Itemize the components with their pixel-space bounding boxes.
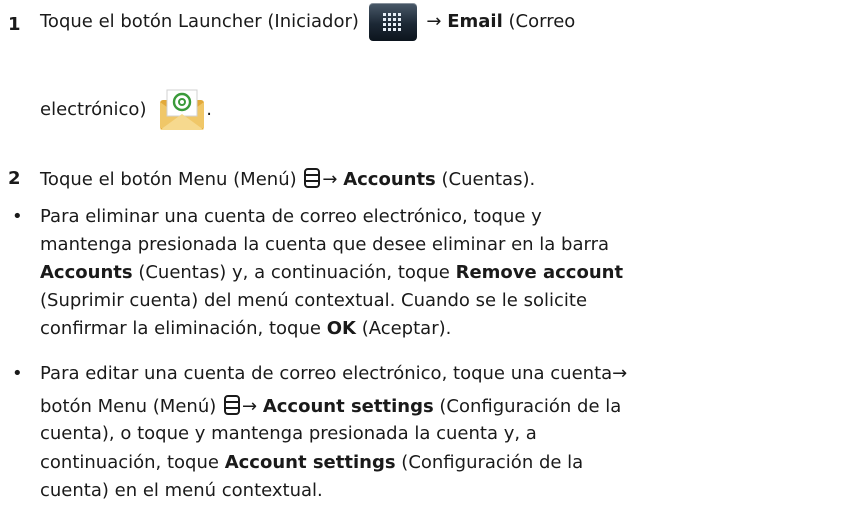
bullet-1-line-5: confirmar la eliminación, toque OK (Acep… xyxy=(40,318,452,339)
bullet-1-line-2: mantenga presionada la cuenta que desee … xyxy=(40,234,610,255)
menu-icon xyxy=(304,168,321,193)
bullet-2-line-1: Para editar una cuenta de correo electró… xyxy=(40,363,628,384)
bullet-1-line-3: Accounts (Cuentas) y, a continuación, to… xyxy=(40,262,624,283)
menu-icon xyxy=(223,395,240,420)
bullet-2-line-2: botón Menu (Menú) → Account settings (Co… xyxy=(40,395,621,420)
launcher-grid-icon xyxy=(368,3,417,41)
bullet-mark: • xyxy=(12,363,23,384)
step-1-line-1: Toque el botón Launcher (Iniciador) → Em… xyxy=(40,3,575,41)
bullet-2-line-3: cuenta), o toque y mantenga presionada l… xyxy=(40,423,537,444)
step-1-line-2: electrónico) . xyxy=(40,88,212,132)
step-number: 2 xyxy=(8,168,21,189)
bullet-1-line-1: Para eliminar una cuenta de correo elect… xyxy=(40,206,542,227)
bullet-2-line-5: cuenta) en el menú contextual. xyxy=(40,480,323,501)
step-number: 1 xyxy=(8,14,21,35)
step-2-line: Toque el botón Menu (Menú) → Accounts (C… xyxy=(40,168,535,193)
email-envelope-icon xyxy=(158,88,206,132)
bullet-1-line-4: (Suprimir cuenta) del menú contextual. C… xyxy=(40,290,588,311)
bullet-2-line-4: continuación, toque Account settings (Co… xyxy=(40,452,584,473)
bullet-mark: • xyxy=(12,206,23,227)
